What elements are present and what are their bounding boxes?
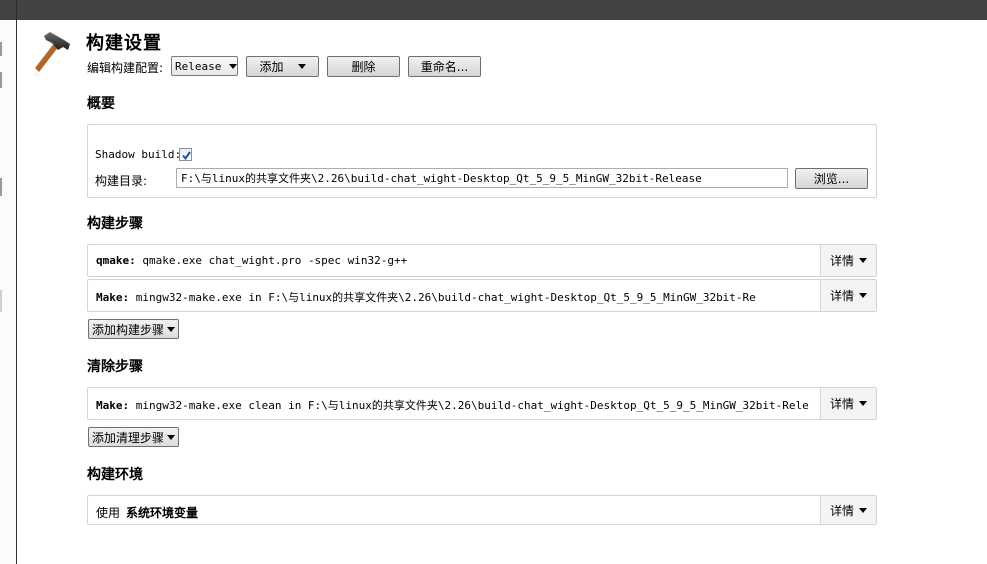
add-build-step-button[interactable]: 添加构建步骤 [88, 319, 180, 339]
delete-config-button[interactable]: 删除 [327, 56, 400, 77]
details-label: 详情 [829, 503, 854, 518]
chevron-down-icon [859, 401, 867, 406]
build-step-make: Make: mingw32-make.exe in F:\与linux的共享文件… [87, 279, 877, 312]
chevron-down-icon [859, 258, 867, 263]
details-button[interactable]: 详情 [820, 280, 876, 311]
shadow-build-checkbox[interactable] [179, 148, 192, 161]
chevron-down-icon [167, 326, 176, 332]
section-title-clean-steps: 清除步骤 [87, 359, 143, 375]
build-step-summary: qmake: qmake.exe chat_wight.pro -spec wi… [96, 254, 816, 267]
add-build-step-label: 添加构建步骤 [92, 322, 165, 337]
top-bar [0, 0, 987, 20]
checkmark-icon [182, 151, 191, 161]
chevron-down-icon [859, 507, 867, 513]
page-title: 构建设置 [86, 33, 162, 54]
chevron-down-icon [229, 63, 238, 69]
environment-summary: 使用 系统环境变量 [96, 504, 198, 521]
details-button[interactable]: 详情 [820, 245, 876, 276]
add-clean-step-label: 添加清理步骤 [92, 430, 165, 445]
clean-step-make: Make: mingw32-make.exe clean in F:\与linu… [87, 387, 877, 420]
env-value: 系统环境变量 [126, 506, 199, 520]
add-config-label: 添加 [259, 60, 284, 74]
section-title-summary: 概要 [87, 96, 115, 112]
step-command: mingw32-make.exe clean in F:\与linux的共享文件… [135, 399, 809, 412]
shadow-build-label: Shadow build: [95, 148, 182, 161]
build-config-value: Release [175, 59, 222, 73]
section-title-environment: 构建环境 [87, 467, 143, 483]
details-label: 详情 [829, 289, 854, 303]
step-name: Make: [96, 399, 130, 412]
rename-config-button[interactable]: 重命名... [408, 56, 481, 77]
edit-config-label: 编辑构建配置: [87, 61, 164, 75]
build-dir-input[interactable]: F:\与linux的共享文件夹\2.26\build-chat_wight-De… [176, 168, 788, 188]
build-dir-label: 构建目录: [95, 174, 148, 188]
sidebar-edge-mark [0, 42, 2, 56]
add-clean-step-button[interactable]: 添加清理步骤 [88, 427, 180, 447]
details-button[interactable]: 详情 [820, 388, 876, 419]
panel-divider [16, 20, 17, 564]
build-step-qmake: qmake: qmake.exe chat_wight.pro -spec wi… [87, 244, 877, 277]
hammer-icon [34, 32, 70, 76]
top-bar-separator [16, 0, 17, 20]
clean-step-summary: Make: mingw32-make.exe clean in F:\与linu… [96, 397, 816, 413]
details-label: 详情 [829, 254, 854, 268]
build-step-summary: Make: mingw32-make.exe in F:\与linux的共享文件… [96, 289, 816, 305]
step-name: Make: [96, 291, 130, 304]
build-config-select[interactable]: Release [171, 56, 238, 76]
chevron-down-icon [167, 434, 176, 440]
browse-button[interactable]: 浏览... [795, 168, 868, 189]
environment-panel: 使用 系统环境变量 详情 [87, 495, 877, 525]
env-use-label: 使用 [96, 506, 121, 520]
step-command: mingw32-make.exe in F:\与linux的共享文件夹\2.26… [135, 291, 756, 304]
chevron-down-icon [297, 64, 306, 69]
mode-sidebar [0, 20, 16, 564]
step-command: qmake.exe chat_wight.pro -spec win32-g++ [142, 254, 408, 267]
chevron-down-icon [859, 293, 867, 298]
sidebar-edge-mark [0, 72, 2, 88]
add-config-button[interactable]: 添加 [246, 56, 319, 77]
details-button[interactable]: 详情 [820, 496, 876, 524]
details-label: 详情 [829, 397, 854, 411]
sidebar-edge-mark [0, 290, 2, 312]
sidebar-edge-mark [0, 178, 2, 196]
section-title-build-steps: 构建步骤 [87, 216, 143, 232]
step-name: qmake: [96, 254, 136, 267]
